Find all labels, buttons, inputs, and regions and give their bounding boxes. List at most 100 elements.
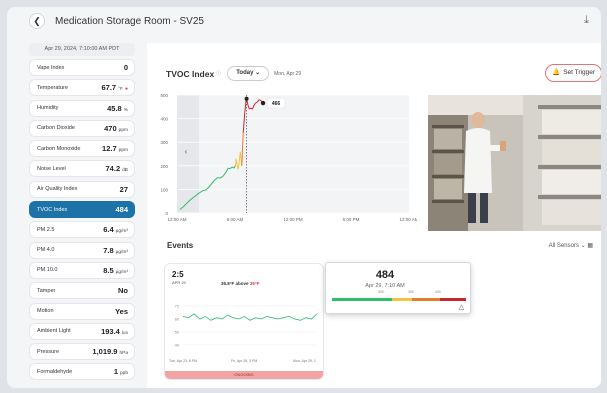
metric-air-quality-index[interactable]: Air Quality Index 27 [29, 180, 135, 198]
metric-humidity[interactable]: Humidity 45.8% [29, 99, 135, 117]
event-series-line [182, 313, 318, 321]
range-dropdown[interactable]: Today ⌄ [227, 66, 270, 81]
metric-carbon-monoxide[interactable]: Carbon Monoxide 12.7 ppm [29, 140, 135, 158]
y-tick-label: 60 [175, 318, 179, 322]
download-icon[interactable]: ⤓ [584, 14, 589, 27]
back-button[interactable]: ❮ [29, 13, 45, 29]
events-title: Events [167, 241, 194, 250]
scale-label: 440 [435, 290, 441, 294]
metric-value: 0 [124, 63, 128, 72]
pharmacy-photo [428, 95, 601, 231]
series-segment [202, 189, 207, 192]
metric-value: 67.7 °F ● [102, 83, 129, 92]
x-tick-label: Tue, Apr 23, 8 PM [169, 359, 197, 363]
x-tick-label: Fri, Apr 26, 3 PM [231, 359, 257, 363]
warning-triangle-icon: △ [458, 304, 464, 311]
metric-tvoc-index[interactable]: TVOC Index 484 [29, 201, 135, 219]
x-tick-label: 6:00 PM [343, 217, 360, 222]
metric-number: 7.8 [103, 245, 114, 255]
metric-label: PM 2.5 [37, 226, 55, 233]
metric-pm-4-0[interactable]: PM 4.0 7.8 µg/m³ [29, 241, 135, 259]
metric-label: Carbon Monoxide [37, 145, 81, 152]
metric-number: 193.4 [101, 326, 120, 336]
metric-value: 1,019.9 hPa [92, 347, 128, 356]
metric-label: Motion [37, 308, 54, 315]
set-trigger-button[interactable]: 🔔 Set Trigger [545, 64, 601, 82]
metric-temperature[interactable]: Temperature 67.7 °F ● [29, 79, 135, 97]
metric-value: 484 [115, 205, 128, 214]
scale-label: 360 [408, 290, 414, 294]
metric-pm-10-0[interactable]: PM 10.0 8.5 µg/m³ [29, 261, 135, 279]
set-trigger-label: Set Trigger [563, 69, 595, 76]
metric-pressure[interactable]: Pressure 1,019.9 hPa [29, 343, 135, 361]
metric-value: No [118, 286, 128, 295]
metric-value: 470 ppm [104, 124, 128, 133]
metric-unit: ppm [118, 148, 128, 154]
metric-number: 1,019.9 [92, 347, 118, 357]
x-tick-label: Mon, Apr 29, 1 [293, 359, 316, 363]
metric-value: 45.8% [107, 104, 128, 113]
metric-carbon-dioxide[interactable]: Carbon Dioxide 470 ppm [29, 119, 135, 137]
calendar-icon[interactable]: ▦ [587, 243, 593, 249]
metric-label: Tamper [37, 287, 56, 294]
metric-value: 6.4 µg/m³ [103, 225, 128, 234]
metric-label: Humidity [37, 105, 59, 112]
peak-label: 466 [272, 101, 281, 107]
y-tick-label: 40 [175, 344, 179, 348]
chart-title: TVOC Index [166, 68, 215, 79]
metric-pm-2-5[interactable]: PM 2.5 6.4 µg/m³ [29, 221, 135, 239]
metric-formaldehyde[interactable]: Formaldehyde 1 ppb [29, 363, 135, 381]
metric-number: No [118, 286, 128, 296]
metric-value: Yes [115, 307, 128, 316]
metric-number: 67.7 [101, 83, 117, 93]
metric-motion[interactable]: Motion Yes [29, 302, 135, 320]
y-tick-label: 70 [175, 305, 179, 309]
metric-number: 6.4 [103, 225, 114, 235]
metric-value: 74.2 dB [106, 164, 128, 173]
metrics-sidebar: Apr 29, 2024, 7:10:00 AM PDT Vape Index 0… [29, 43, 135, 384]
chart-tooltip: 484 Apr 29, 7:10 AM 300 360 440 △ [325, 262, 471, 314]
reading-timestamp: Apr 29, 2024, 7:10:00 AM PDT [29, 43, 135, 56]
event-card[interactable]: 2:5 APR 29 35.8°F above 35°F 70 60 50 40 Tue… [164, 263, 324, 380]
sensor-filter[interactable]: All Sensors ⌄ ▦ [549, 242, 593, 249]
main-panel: TVOC Index ⓘ Today ⌄ Mon, Apr 29 🔔 Set Tr… [147, 43, 601, 388]
chevron-left-icon[interactable]: ‹ [185, 147, 188, 156]
y-tick-label: 400 [160, 117, 168, 122]
metric-unit: dB [122, 168, 128, 174]
metric-ambient-light[interactable]: Ambient Light 193.4 lux [29, 322, 135, 340]
metric-unit: µg/m³ [115, 249, 128, 255]
tooltip-scale-labels: 300 360 440 [332, 290, 466, 296]
x-tick-label: 12:00 PM [283, 217, 303, 222]
chevron-left-icon: ❮ [33, 15, 41, 26]
metric-tamper[interactable]: Tamper No [29, 282, 135, 300]
tooltip-time: Apr 29, 7:10 AM [365, 283, 405, 289]
last-point [260, 100, 266, 106]
page-title: Medication Storage Room - SV25 [55, 15, 204, 27]
y-tick-label: 500 [160, 93, 168, 98]
chart-date: Mon, Apr 29 [274, 70, 302, 77]
metric-noise-level[interactable]: Noise Level 74.2 dB [29, 160, 135, 178]
chart-header: TVOC Index ⓘ Today ⌄ Mon, Apr 29 [166, 66, 301, 81]
tvoc-chart[interactable]: 500400300200100012:00 AM 6:00 AM 12:00 PM 6… [147, 87, 417, 237]
metric-label: Pressure [37, 348, 60, 355]
metric-number: 470 [104, 123, 117, 133]
metric-unit: ppm [118, 127, 128, 133]
metric-label: Air Quality Index [37, 186, 78, 193]
metric-label: Ambient Light [37, 328, 71, 335]
metric-number: 1 [113, 367, 118, 377]
metric-list: Vape Index 0 Temperature 67.7 °F ● Humidity 45.… [29, 59, 135, 381]
metric-label: Carbon Dioxide [37, 125, 75, 132]
metric-number: 0 [123, 63, 128, 72]
bell-icon: 🔔 [552, 69, 561, 76]
y-tick-label: 50 [175, 331, 179, 335]
y-tick-label: 300 [160, 140, 168, 145]
info-icon[interactable]: ⓘ [216, 70, 221, 77]
x-tick-label: 12:00 AM [167, 217, 186, 222]
metric-unit: µg/m³ [115, 269, 128, 275]
metric-number: Yes [115, 306, 128, 316]
metric-vape-index[interactable]: Vape Index 0 [29, 59, 135, 76]
plot-area [177, 95, 409, 213]
metric-number: 8.5 [103, 265, 114, 275]
metric-unit: °F [118, 87, 123, 93]
scale-label: 300 [378, 290, 384, 294]
